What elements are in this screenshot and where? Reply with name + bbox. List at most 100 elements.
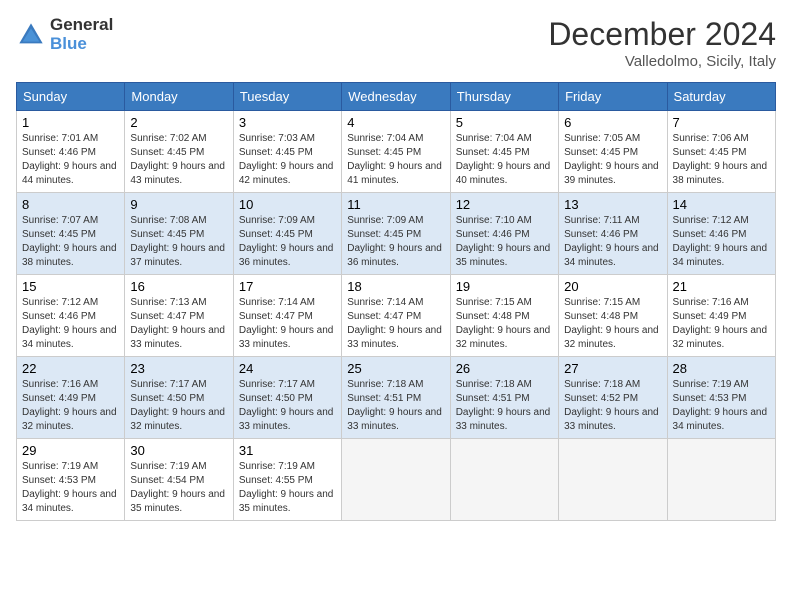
day-number: 24 <box>239 361 336 376</box>
header-friday: Friday <box>559 83 667 111</box>
calendar-cell: 19 Sunrise: 7:15 AMSunset: 4:48 PMDayligh… <box>450 275 558 357</box>
day-number: 7 <box>673 115 770 130</box>
logo-blue: Blue <box>50 35 113 54</box>
day-number: 28 <box>673 361 770 376</box>
day-number: 27 <box>564 361 661 376</box>
calendar-cell: 12 Sunrise: 7:10 AMSunset: 4:46 PMDayligh… <box>450 193 558 275</box>
calendar-cell: 14Sunrise: 7:12 AMSunset: 4:46 PMDayligh… <box>667 193 775 275</box>
day-info: Sunrise: 7:06 AMSunset: 4:45 PMDaylight:… <box>673 132 770 188</box>
day-info: Sunrise: 7:08 AMSunset: 4:45 PMDaylight:… <box>130 214 227 270</box>
header-thursday: Thursday <box>450 83 558 111</box>
calendar-cell: 9 Sunrise: 7:08 AMSunset: 4:45 PMDaylight… <box>125 193 233 275</box>
day-info: Sunrise: 7:01 AMSunset: 4:46 PMDaylight:… <box>22 132 119 188</box>
day-number: 20 <box>564 279 661 294</box>
calendar-cell: 20 Sunrise: 7:15 AMSunset: 4:48 PMDayligh… <box>559 275 667 357</box>
day-info: Sunrise: 7:09 AMSunset: 4:45 PMDaylight:… <box>239 214 336 270</box>
calendar-cell: 24 Sunrise: 7:17 AMSunset: 4:50 PMDayligh… <box>233 357 341 439</box>
day-info: Sunrise: 7:14 AMSunset: 4:47 PMDaylight:… <box>347 296 444 352</box>
day-info: Sunrise: 7:19 AMSunset: 4:54 PMDaylight:… <box>130 460 227 516</box>
calendar-cell: 8 Sunrise: 7:07 AMSunset: 4:45 PMDaylight… <box>17 193 125 275</box>
day-number: 16 <box>130 279 227 294</box>
calendar-cell: 26Sunrise: 7:18 AMSunset: 4:51 PMDayligh… <box>450 357 558 439</box>
calendar-cell: 30 Sunrise: 7:19 AMSunset: 4:54 PMDayligh… <box>125 439 233 521</box>
day-info: Sunrise: 7:09 AMSunset: 4:45 PMDaylight:… <box>347 214 444 270</box>
day-info: Sunrise: 7:19 AMSunset: 4:53 PMDaylight:… <box>673 378 770 434</box>
day-number: 14 <box>673 197 770 212</box>
month-year: December 2024 <box>548 16 776 53</box>
calendar-cell: 29 Sunrise: 7:19 AMSunset: 4:53 PMDayligh… <box>17 439 125 521</box>
day-number: 2 <box>130 115 227 130</box>
calendar-week-row: 1 Sunrise: 7:01 AMSunset: 4:46 PMDaylight… <box>17 111 776 193</box>
day-number: 26 <box>456 361 553 376</box>
calendar-cell <box>342 439 450 521</box>
header-monday: Monday <box>125 83 233 111</box>
header-tuesday: Tuesday <box>233 83 341 111</box>
day-number: 1 <box>22 115 119 130</box>
day-info: Sunrise: 7:14 AMSunset: 4:47 PMDaylight:… <box>239 296 336 352</box>
title-area: December 2024 Valledolmo, Sicily, Italy <box>548 16 776 70</box>
calendar-cell: 28 Sunrise: 7:19 AMSunset: 4:53 PMDayligh… <box>667 357 775 439</box>
logo-icon <box>16 20 46 50</box>
location: Valledolmo, Sicily, Italy <box>548 53 776 70</box>
calendar-cell: 18 Sunrise: 7:14 AMSunset: 4:47 PMDayligh… <box>342 275 450 357</box>
header-saturday: Saturday <box>667 83 775 111</box>
day-number: 29 <box>22 443 119 458</box>
day-number: 18 <box>347 279 444 294</box>
day-number: 22 <box>22 361 119 376</box>
calendar-cell: 15 Sunrise: 7:12 AMSunset: 4:46 PMDayligh… <box>17 275 125 357</box>
day-number: 12 <box>456 197 553 212</box>
day-number: 15 <box>22 279 119 294</box>
day-info: Sunrise: 7:16 AMSunset: 4:49 PMDaylight:… <box>673 296 770 352</box>
day-info: Sunrise: 7:07 AMSunset: 4:45 PMDaylight:… <box>22 214 119 270</box>
day-number: 5 <box>456 115 553 130</box>
day-info: Sunrise: 7:18 AMSunset: 4:52 PMDaylight:… <box>564 378 661 434</box>
day-number: 4 <box>347 115 444 130</box>
day-number: 6 <box>564 115 661 130</box>
day-number: 21 <box>673 279 770 294</box>
day-info: Sunrise: 7:11 AMSunset: 4:46 PMDaylight:… <box>564 214 661 270</box>
day-info: Sunrise: 7:18 AMSunset: 4:51 PMDaylight:… <box>347 378 444 434</box>
calendar-cell: 4 Sunrise: 7:04 AMSunset: 4:45 PMDaylight… <box>342 111 450 193</box>
day-number: 17 <box>239 279 336 294</box>
day-info: Sunrise: 7:03 AMSunset: 4:45 PMDaylight:… <box>239 132 336 188</box>
day-number: 8 <box>22 197 119 212</box>
day-info: Sunrise: 7:17 AMSunset: 4:50 PMDaylight:… <box>130 378 227 434</box>
day-number: 30 <box>130 443 227 458</box>
calendar-cell: 17 Sunrise: 7:14 AMSunset: 4:47 PMDayligh… <box>233 275 341 357</box>
calendar-cell: 23 Sunrise: 7:17 AMSunset: 4:50 PMDayligh… <box>125 357 233 439</box>
day-info: Sunrise: 7:15 AMSunset: 4:48 PMDaylight:… <box>456 296 553 352</box>
day-info: Sunrise: 7:13 AMSunset: 4:47 PMDaylight:… <box>130 296 227 352</box>
day-info: Sunrise: 7:12 AMSunset: 4:46 PMDaylight:… <box>22 296 119 352</box>
calendar-cell: 27 Sunrise: 7:18 AMSunset: 4:52 PMDayligh… <box>559 357 667 439</box>
day-number: 10 <box>239 197 336 212</box>
day-number: 19 <box>456 279 553 294</box>
day-info: Sunrise: 7:16 AMSunset: 4:49 PMDaylight:… <box>22 378 119 434</box>
day-info: Sunrise: 7:15 AMSunset: 4:48 PMDaylight:… <box>564 296 661 352</box>
calendar-cell <box>667 439 775 521</box>
day-info: Sunrise: 7:02 AMSunset: 4:45 PMDaylight:… <box>130 132 227 188</box>
calendar-cell <box>450 439 558 521</box>
day-number: 13 <box>564 197 661 212</box>
day-number: 31 <box>239 443 336 458</box>
calendar-cell: 3Sunrise: 7:03 AMSunset: 4:45 PMDaylight… <box>233 111 341 193</box>
calendar-cell: 22 Sunrise: 7:16 AMSunset: 4:49 PMDayligh… <box>17 357 125 439</box>
day-number: 25 <box>347 361 444 376</box>
calendar-cell <box>559 439 667 521</box>
day-info: Sunrise: 7:04 AMSunset: 4:45 PMDaylight:… <box>456 132 553 188</box>
day-number: 11 <box>347 197 444 212</box>
day-info: Sunrise: 7:10 AMSunset: 4:46 PMDaylight:… <box>456 214 553 270</box>
day-number: 9 <box>130 197 227 212</box>
calendar-cell: 6 Sunrise: 7:05 AMSunset: 4:45 PMDaylight… <box>559 111 667 193</box>
day-info: Sunrise: 7:17 AMSunset: 4:50 PMDaylight:… <box>239 378 336 434</box>
day-info: Sunrise: 7:19 AMSunset: 4:53 PMDaylight:… <box>22 460 119 516</box>
day-info: Sunrise: 7:04 AMSunset: 4:45 PMDaylight:… <box>347 132 444 188</box>
day-info: Sunrise: 7:05 AMSunset: 4:45 PMDaylight:… <box>564 132 661 188</box>
day-number: 23 <box>130 361 227 376</box>
calendar-cell: 25 Sunrise: 7:18 AMSunset: 4:51 PMDayligh… <box>342 357 450 439</box>
calendar-week-row: 8 Sunrise: 7:07 AMSunset: 4:45 PMDaylight… <box>17 193 776 275</box>
calendar-week-row: 29 Sunrise: 7:19 AMSunset: 4:53 PMDayligh… <box>17 439 776 521</box>
calendar-week-row: 15 Sunrise: 7:12 AMSunset: 4:46 PMDayligh… <box>17 275 776 357</box>
header-sunday: Sunday <box>17 83 125 111</box>
calendar-table: SundayMondayTuesdayWednesdayThursdayFrid… <box>16 82 776 521</box>
calendar-cell: 21 Sunrise: 7:16 AMSunset: 4:49 PMDayligh… <box>667 275 775 357</box>
